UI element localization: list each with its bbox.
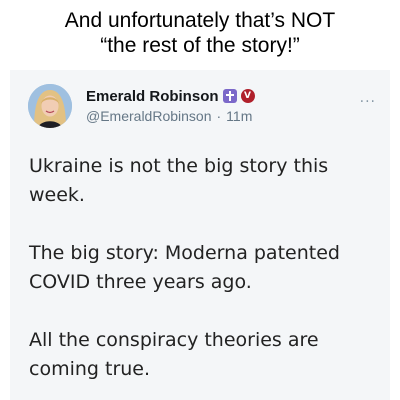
tweet-body: Ukraine is not the big story this week. …: [29, 152, 379, 400]
verified-badge-icon: V: [240, 89, 255, 103]
cross-badge-icon: [222, 89, 237, 103]
caption-line-1: And unfortunately that’s NOT: [64, 9, 336, 32]
tweet-paragraph: The big story: Moderna patented COVID th…: [29, 242, 340, 293]
author-row: Emerald Robinson V: [86, 87, 255, 105]
meme-page: And unfortunately that’s NOT “the rest o…: [0, 0, 400, 400]
avatar[interactable]: [28, 84, 72, 128]
tweet-paragraph: All the conspiracy theories are coming t…: [29, 329, 319, 380]
author-handle[interactable]: @EmeraldRobinson: [86, 108, 212, 124]
author-name[interactable]: Emerald Robinson: [86, 88, 219, 105]
separator-dot: ·: [216, 108, 222, 124]
caption-line-2: “the rest of the story!”: [100, 34, 300, 57]
handle-row: @EmeraldRobinson · 11m: [86, 108, 252, 124]
tweet-card[interactable]: Emerald Robinson V @EmeraldRobinson · 11m …: [10, 70, 390, 400]
meme-caption: And unfortunately that’s NOT “the rest o…: [0, 8, 400, 58]
tweet-paragraph: Ukraine is not the big story this week.: [29, 155, 329, 206]
avatar-photo: [28, 84, 72, 128]
tweet-timestamp[interactable]: 11m: [226, 108, 252, 124]
more-options-icon[interactable]: ...: [360, 90, 376, 106]
